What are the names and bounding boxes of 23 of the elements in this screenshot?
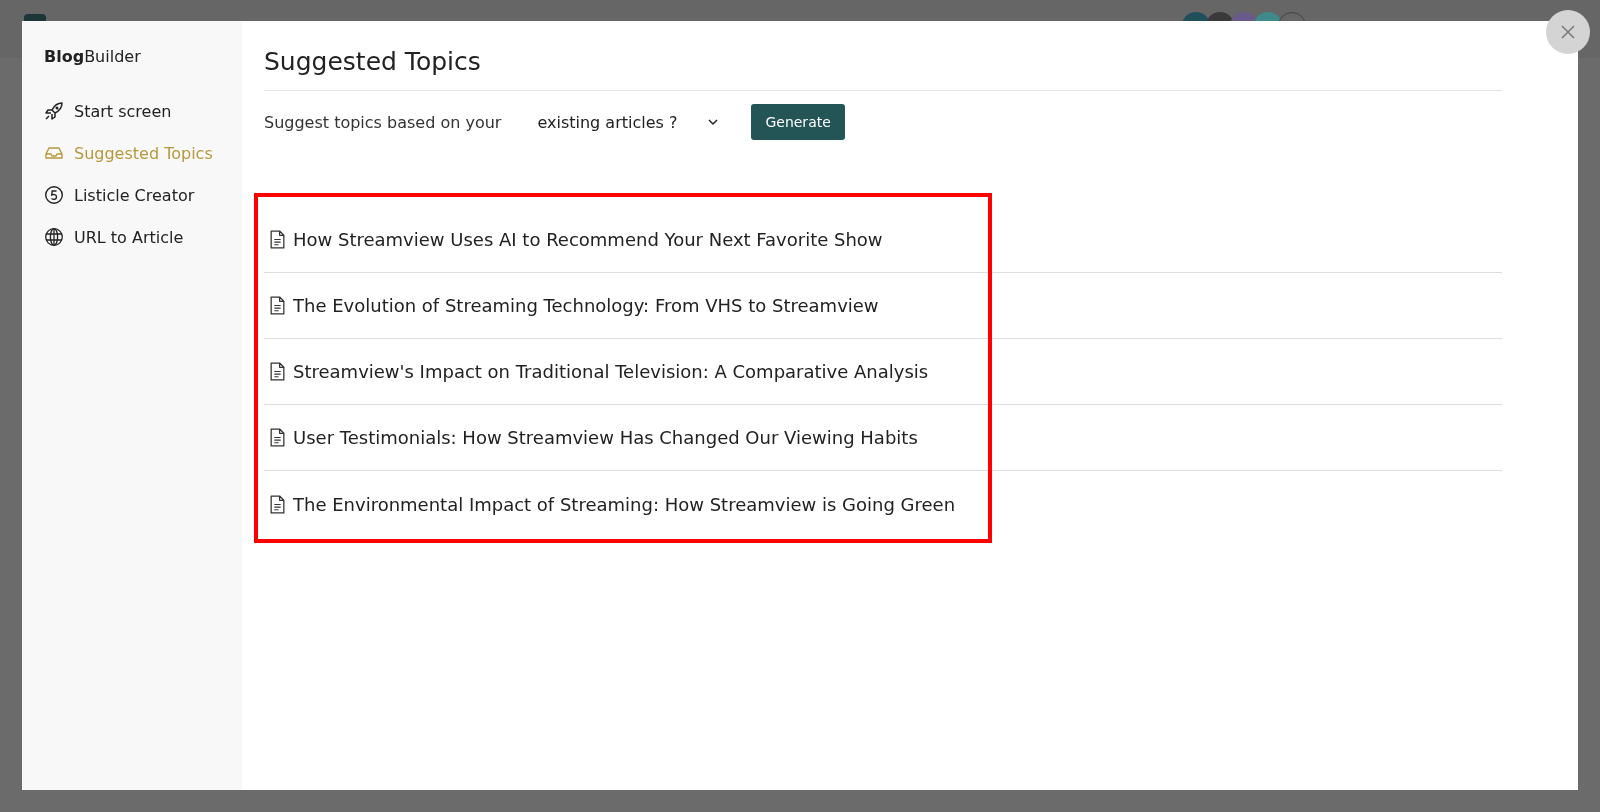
sidebar-item[interactable]: Listicle Creator	[44, 174, 195, 216]
rocket-icon	[44, 101, 64, 121]
topic-row[interactable]: The Environmental Impact of Streaming: How Streamview is Going Green	[264, 471, 1502, 537]
page-title: Suggested Topics	[264, 47, 1502, 91]
source-dropdown[interactable]: existing articles ?	[533, 108, 724, 136]
chevron-down-icon	[707, 116, 720, 128]
topic-row[interactable]: User Testimonials: How Streamview Has Changed Our Viewing Habits	[264, 405, 1502, 471]
document-icon	[270, 428, 285, 447]
document-icon	[270, 296, 285, 315]
sidebar-item[interactable]: Start screen	[44, 90, 172, 132]
document-icon	[270, 494, 285, 514]
topic-row[interactable]: How Streamview Uses AI to Recommend Your Next Favorite Show	[264, 207, 1502, 273]
sidebar-item[interactable]: URL to Article	[44, 216, 184, 258]
document-icon	[270, 362, 285, 381]
generate-button[interactable]: Generate	[751, 104, 845, 140]
document-icon	[270, 230, 285, 249]
topic-row[interactable]: Streamview's Impact on Traditional Television: A Comparative Analysis	[264, 339, 1502, 405]
prompt-label: Suggest topics based on your	[264, 112, 502, 132]
globe-icon	[44, 227, 64, 247]
number-five-icon	[44, 185, 64, 205]
topic-row[interactable]: The Evolution of Streaming Technology: From VHS to Streamview	[264, 273, 1502, 339]
close-icon	[1561, 25, 1575, 39]
brand-name: BlogBuilder	[44, 47, 141, 66]
